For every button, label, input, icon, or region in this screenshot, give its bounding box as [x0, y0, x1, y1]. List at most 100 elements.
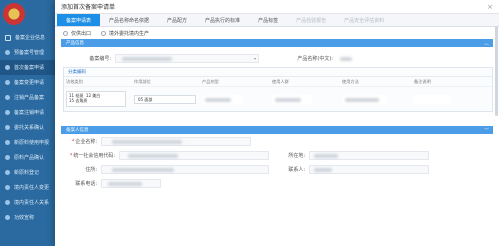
location-field[interactable] [309, 150, 429, 160]
redacted-value [128, 153, 178, 158]
applicant-info-header[interactable]: 备案人信息 ﹀ [61, 126, 493, 134]
sidebar-item[interactable]: 新原料使用申报 [0, 135, 60, 150]
overseas-commissioned-radio[interactable]: 境外委托境内生产 [101, 30, 149, 37]
contact-field[interactable] [309, 164, 429, 174]
location-label: 所在地: [288, 152, 305, 159]
production-type-options: 仅供出口 境外委托境内生产 [55, 27, 499, 39]
remarks-field[interactable] [414, 94, 450, 104]
redacted-value [345, 97, 379, 102]
redacted-value [112, 139, 182, 144]
menu-dot-icon [5, 65, 10, 70]
sidebar-item[interactable]: 功效宣称 [0, 210, 60, 225]
menu-dot-icon [5, 170, 10, 175]
credit-code-label: *统一社会信用代码: [69, 152, 115, 159]
menu-dot-icon [5, 110, 10, 115]
record-no-label: 备案编号: [89, 55, 111, 62]
tab-formula[interactable]: 产品配方 [158, 14, 196, 26]
sidebar-item[interactable]: 预备案号管理 [0, 45, 60, 60]
sidebar-item[interactable]: 境内责任人变更 [0, 180, 60, 195]
redacted-value [112, 167, 174, 172]
product-name-field[interactable] [337, 53, 353, 63]
credit-row: *统一社会信用代码: 所在地: [61, 148, 493, 162]
redacted-value [122, 56, 172, 61]
product-info-section: 产品信息 ︿ 备案编号: ▾ 产品名称(中文): [61, 39, 493, 65]
app-sidebar: 备案企业信息 预备案号管理 首次备案申请 备案变更申请 注销产品备案 备案注销申… [0, 0, 60, 246]
company-row: *企业名称: [61, 134, 493, 148]
record-row: 备案编号: ▾ 产品名称(中文): [61, 51, 493, 65]
national-emblem-logo [3, 3, 25, 25]
product-info-header[interactable]: 产品信息 ︿ [61, 39, 493, 47]
company-label: *企业名称: [71, 138, 97, 145]
col-population: 使用人群 [272, 78, 289, 84]
redacted-value [340, 56, 352, 61]
population-field[interactable] [272, 94, 312, 104]
menu-dot-icon [5, 95, 10, 100]
sidebar-item[interactable]: 备案注销申请 [0, 105, 60, 120]
dialog-scrollbar[interactable] [495, 26, 498, 116]
chevron-down-icon[interactable]: ﹀ [484, 127, 489, 134]
tab-application-form[interactable]: 备案申请表 [57, 14, 101, 26]
contact-label: 联系人: [288, 166, 305, 173]
tab-bar: 备案申请表 产品名称命名依据 产品配方 产品执行的标准 产品标签 产品检验报告 … [55, 14, 499, 27]
folder-icon [5, 34, 11, 41]
menu-dot-icon [5, 50, 10, 55]
menu-dot-icon [5, 200, 10, 205]
radio-circle-icon [101, 30, 107, 36]
redacted-value [314, 153, 338, 158]
address-field[interactable] [101, 164, 269, 174]
record-no-select[interactable]: ▾ [115, 53, 259, 63]
address-row: 住所: 联系人: [61, 162, 493, 176]
phone-row: 联系电话: [61, 176, 493, 190]
sidebar-item[interactable]: 委托关系确认 [0, 120, 60, 135]
sidebar-menu: 备案企业信息 预备案号管理 首次备案申请 备案变更申请 注销产品备案 备案注销申… [0, 30, 60, 225]
menu-dot-icon [5, 185, 10, 190]
redacted-value [275, 97, 301, 102]
company-name-field[interactable] [101, 136, 251, 146]
sidebar-item[interactable]: 新原料登记 [0, 165, 60, 180]
redacted-value [314, 167, 332, 172]
col-remarks: 备注说明 [414, 78, 431, 84]
efficacy-multiselect[interactable]: 11 祛斑 12 美白 15 去角质 [66, 91, 126, 107]
tab-label[interactable]: 产品标签 [249, 14, 287, 26]
classification-code-panel: 分类编码 功效类别 作用部位 产品剂型 使用人群 使用方法 备注说明 11 祛斑… [63, 67, 493, 112]
address-label: 住所: [85, 166, 97, 173]
close-icon[interactable]: × [486, 3, 494, 11]
tab-test-report[interactable]: 产品检验报告 [287, 14, 335, 26]
phone-field[interactable] [101, 178, 161, 188]
chevron-up-icon[interactable]: ︿ [484, 40, 489, 47]
menu-dot-icon [5, 215, 10, 220]
menu-dot-icon [5, 155, 10, 160]
sidebar-item[interactable]: 原料产品确认 [0, 150, 60, 165]
export-only-radio[interactable]: 仅供出口 [63, 30, 91, 37]
redacted-value [108, 181, 142, 186]
dosage-form-field[interactable] [202, 94, 242, 104]
phone-label: 联系电话: [75, 180, 97, 187]
menu-dot-icon [5, 140, 10, 145]
classification-grid-header: 功效类别 作用部位 产品剂型 使用人群 使用方法 备注说明 [64, 77, 492, 87]
sidebar-item[interactable]: 注销产品备案 [0, 90, 60, 105]
tab-standards[interactable]: 产品执行的标准 [196, 14, 249, 26]
site-select[interactable]: 05 面部 [134, 94, 196, 104]
sidebar-item[interactable]: 备案企业信息 [0, 30, 60, 45]
sidebar-item[interactable]: 备案变更申请 [0, 75, 60, 90]
sidebar-item-active[interactable]: 首次备案申请 [0, 60, 60, 75]
dialog-title: 添加首次备案申请单 [55, 0, 499, 14]
classification-title: 分类编码 [64, 68, 492, 77]
applicant-info-section: 备案人信息 ﹀ *企业名称: *统一社会信用代码: 所在地: 住所: 联系人: … [61, 126, 493, 190]
col-dosage-form: 产品剂型 [202, 78, 219, 84]
credit-code-field[interactable] [119, 150, 269, 160]
menu-dot-icon [5, 125, 10, 130]
add-filing-dialog: 添加首次备案申请单 × 备案申请表 产品名称命名依据 产品配方 产品执行的标准 … [55, 0, 499, 246]
radio-circle-icon [63, 30, 68, 36]
product-name-label: 产品名称(中文): [297, 55, 333, 62]
col-usage: 使用方法 [342, 78, 359, 84]
tab-safety-assessment[interactable]: 产品安全评估资料 [335, 14, 393, 26]
classification-row: 11 祛斑 12 美白 15 去角质 05 面部 [64, 87, 492, 111]
chevron-down-icon: ▾ [253, 55, 256, 61]
sidebar-item[interactable]: 境内责任人关系 [0, 195, 60, 210]
tab-naming-basis[interactable]: 产品名称命名依据 [100, 14, 158, 26]
usage-field[interactable] [342, 94, 386, 104]
redacted-value [205, 97, 231, 102]
col-efficacy: 功效类别 [66, 78, 83, 84]
menu-dot-icon [5, 80, 10, 85]
